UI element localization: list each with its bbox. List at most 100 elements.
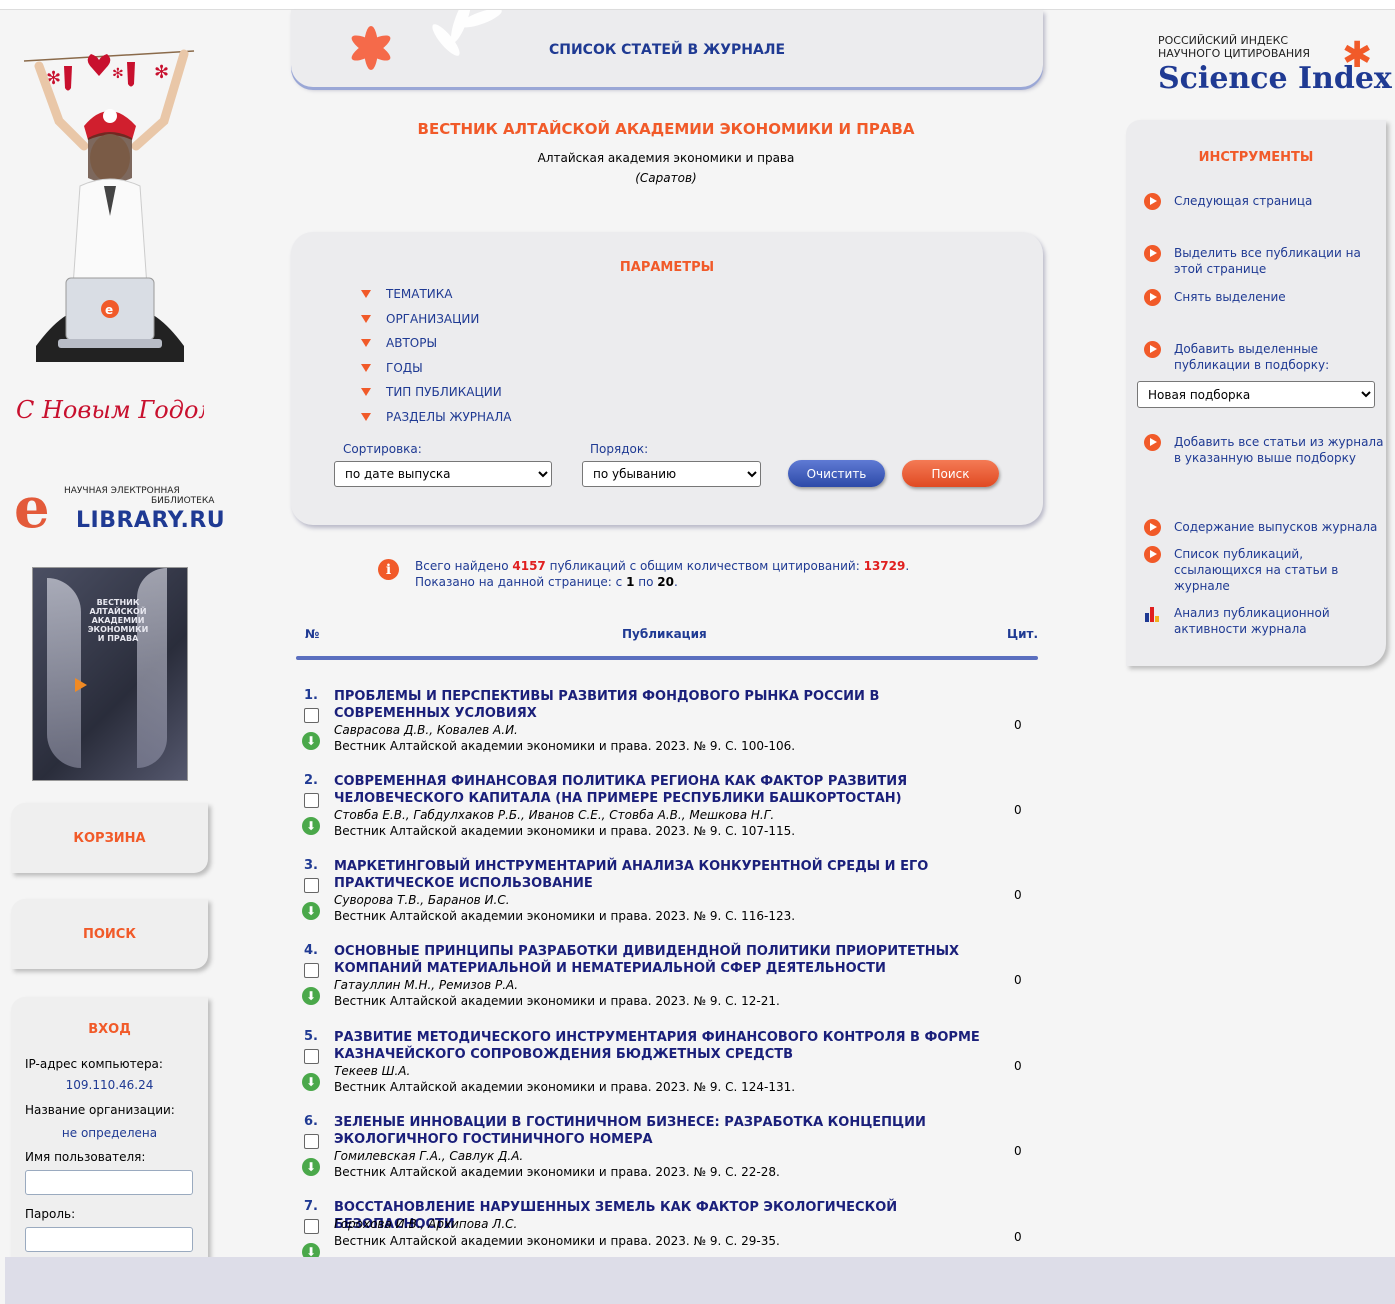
publication-authors: Саврасова Д.В., Ковалев А.И. [334, 723, 518, 737]
publication-title-link[interactable]: РАЗВИТИЕ МЕТОДИЧЕСКОГО ИНСТРУМЕНТАРИЯ ФИ… [334, 1029, 984, 1063]
filter-label: ГОДЫ [386, 361, 423, 375]
parameters-panel: ПАРАМЕТРЫ ТЕМАТИКА ОРГАНИЗАЦИИ АВТОРЫ ГО… [291, 232, 1043, 525]
password-input[interactable] [25, 1227, 193, 1252]
sort-select[interactable]: по дате выпуска [334, 461, 552, 487]
username-label: Имя пользователя: [25, 1150, 146, 1164]
order-select[interactable]: по убыванию [582, 461, 761, 487]
journal-title[interactable]: ВЕСТНИК АЛТАЙСКОЙ АКАДЕМИИ ЭКОНОМИКИ И П… [291, 120, 1041, 138]
citations-count: 13729 [863, 559, 906, 573]
download-icon[interactable]: ⬇ [302, 732, 320, 750]
filter-journal-sections[interactable]: РАЗДЕЛЫ ЖУРНАЛА [361, 410, 511, 424]
garland-icon: ✻ ✻ ✻ [46, 54, 169, 91]
table-header-divider [296, 656, 1038, 660]
publication-authors: Текеев Ш.А. [334, 1064, 411, 1078]
citation-count: 0 [1014, 1230, 1022, 1244]
svg-text:✻: ✻ [112, 66, 124, 82]
collection-select[interactable]: Новая подборка [1137, 381, 1375, 408]
tools-title: ИНСТРУМЕНТЫ [1198, 150, 1314, 165]
filter-organizations[interactable]: ОРГАНИЗАЦИИ [361, 312, 479, 326]
download-icon[interactable]: ⬇ [302, 1073, 320, 1091]
row-checkbox[interactable] [304, 963, 319, 978]
filter-label: ТЕМАТИКА [386, 287, 453, 301]
filter-years[interactable]: ГОДЫ [361, 361, 423, 375]
play-bullet-icon [1144, 193, 1161, 210]
filter-authors[interactable]: АВТОРЫ [361, 336, 437, 350]
elibrary-e-glyph: e [14, 475, 50, 541]
play-bullet-icon [1144, 341, 1161, 358]
play-bullet-icon [1144, 546, 1161, 563]
page-title: СПИСОК СТАТЕЙ В ЖУРНАЛЕ [548, 42, 786, 58]
login-title: ВХОД [88, 1022, 131, 1037]
filter-label: РАЗДЕЛЫ ЖУРНАЛА [386, 410, 512, 424]
row-number: 2. [304, 773, 318, 788]
row-checkbox[interactable] [304, 1219, 319, 1234]
publication-authors: Горохова И.В., Архипова Л.С. [334, 1217, 518, 1231]
page-header-tab: СПИСОК СТАТЕЙ В ЖУРНАЛЕ [291, 10, 1043, 87]
svg-text:✻: ✻ [154, 62, 169, 83]
tool-label: Следующая страница [1174, 194, 1313, 208]
row-checkbox[interactable] [304, 1134, 319, 1149]
expand-triangle-icon [361, 339, 371, 347]
journal-city: (Саратов) [635, 171, 697, 185]
publication-source: Вестник Алтайской академии экономики и п… [334, 824, 796, 838]
publication-authors: Стовба Е.В., Габдулхаков Р.Б., Иванов С.… [334, 808, 775, 822]
row-number: 6. [304, 1114, 318, 1129]
clear-button[interactable]: Очистить [788, 460, 885, 487]
search-submit-button[interactable]: Поиск [902, 460, 999, 487]
elibrary-line1: НАУЧНАЯ ЭЛЕКТРОННАЯ [64, 486, 180, 496]
summary-text: Показано на данной странице: с [415, 575, 623, 589]
bottom-band [5, 1257, 1395, 1304]
play-bullet-icon [1144, 245, 1161, 262]
publication-title-link[interactable]: ПРОБЛЕМЫ И ПЕРСПЕКТИВЫ РАЗВИТИЯ ФОНДОВОГ… [334, 688, 984, 722]
elibrary-logo[interactable]: e НАУЧНАЯ ЭЛЕКТРОННАЯ БИБЛИОТЕКА LIBRARY… [14, 475, 225, 541]
found-count: 4157 [512, 559, 546, 573]
order-label: Порядок: [590, 442, 649, 456]
play-bullet-icon [1144, 289, 1161, 306]
publication-title-link[interactable]: СОВРЕМЕННАЯ ФИНАНСОВАЯ ПОЛИТИКА РЕГИОНА … [334, 773, 984, 807]
journal-organization[interactable]: Алтайская академия экономики и права [291, 151, 1041, 165]
publication-title-link[interactable]: ЗЕЛЕНЫЕ ИННОВАЦИИ В ГОСТИНИЧНОМ БИЗНЕСЕ:… [334, 1114, 984, 1148]
citation-count: 0 [1014, 803, 1022, 817]
filter-publication-type[interactable]: ТИП ПУБЛИКАЦИИ [361, 385, 502, 399]
publication-source: Вестник Алтайской академии экономики и п… [334, 994, 780, 1008]
publication-title-link[interactable]: ОСНОВНЫЕ ПРИНЦИПЫ РАЗРАБОТКИ ДИВИДЕНДНОЙ… [334, 943, 984, 977]
science-index-logo[interactable]: РОССИЙСКИЙ ИНДЕКС НАУЧНОГО ЦИТИРОВАНИЯ Sc… [1158, 34, 1392, 104]
row-checkbox[interactable] [304, 708, 319, 723]
new-year-promo-image[interactable]: ✻ ✻ ✻ e С Новым Годом! [14, 26, 204, 446]
row-checkbox[interactable] [304, 1049, 319, 1064]
download-icon[interactable]: ⬇ [302, 987, 320, 1005]
bar-chart-icon [1145, 607, 1159, 622]
summary-text: Всего найдено [415, 559, 509, 573]
summary-text: . [673, 575, 678, 589]
expand-triangle-icon [361, 388, 371, 396]
tool-label: Выделить все публикации на этой странице [1174, 246, 1361, 276]
expand-triangle-icon [361, 290, 371, 298]
tool-label: Содержание выпусков журнала [1174, 520, 1378, 534]
citation-count: 0 [1014, 1059, 1022, 1073]
ip-label: IP-адрес компьютера: [25, 1057, 163, 1071]
download-icon[interactable]: ⬇ [302, 1158, 320, 1176]
password-label: Пароль: [25, 1207, 76, 1221]
parameters-title: ПАРАМЕТРЫ [619, 260, 715, 275]
org-value: не определена [61, 1126, 158, 1140]
journal-cover-image[interactable]: ВЕСТНИК АЛТАЙСКОЙ АКАДЕМИИ ЭКОНОМИКИ И П… [32, 567, 188, 781]
filter-label: ТИП ПУБЛИКАЦИИ [386, 385, 502, 399]
filter-topic[interactable]: ТЕМАТИКА [361, 287, 453, 301]
citation-count: 0 [1014, 888, 1022, 902]
publication-title-link[interactable]: МАРКЕТИНГОВЫЙ ИНСТРУМЕНТАРИЙ АНАЛИЗА КОН… [334, 858, 984, 892]
expand-triangle-icon [361, 364, 371, 372]
tools-panel: ИНСТРУМЕНТЫ Следующая страница Выделить … [1126, 120, 1386, 666]
cart-button[interactable]: КОРЗИНА [11, 803, 208, 873]
publication-source: Вестник Алтайской академии экономики и п… [334, 1165, 780, 1179]
summary-text: по [638, 575, 654, 589]
cover-triangle [75, 678, 87, 692]
shown-to: 20 [657, 575, 674, 589]
row-checkbox[interactable] [304, 878, 319, 893]
download-icon[interactable]: ⬇ [302, 817, 320, 835]
username-input[interactable] [25, 1170, 193, 1195]
download-icon[interactable]: ⬇ [302, 902, 320, 920]
cover-title: ВЕСТНИК АЛТАЙСКОЙ АКАДЕМИИ ЭКОНОМИКИ И П… [87, 598, 149, 643]
search-button[interactable]: ПОИСК [11, 899, 208, 969]
row-checkbox[interactable] [304, 793, 319, 808]
publication-source: Вестник Алтайской академии экономики и п… [334, 909, 796, 923]
